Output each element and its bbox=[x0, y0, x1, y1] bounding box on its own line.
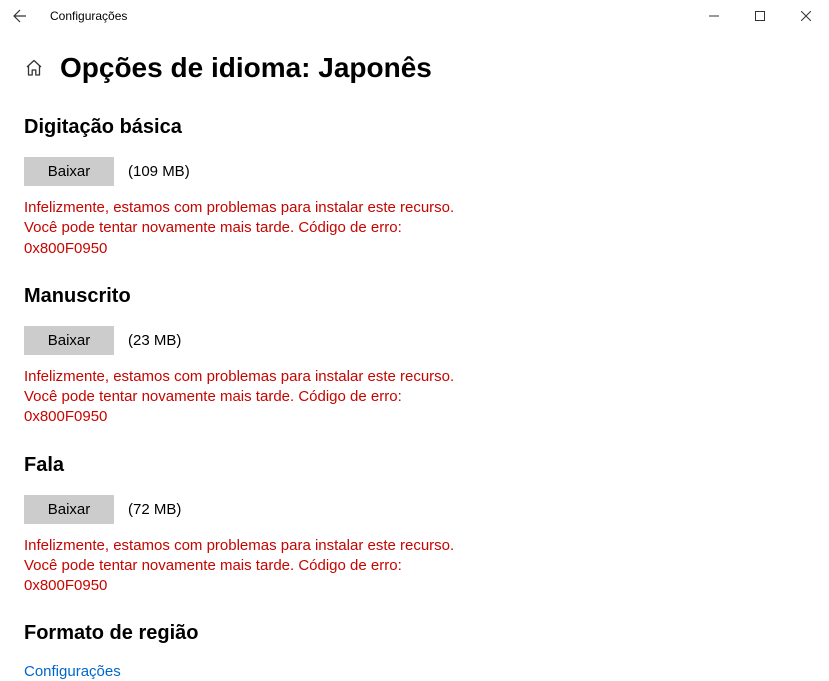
download-row: Baixar (72 MB) bbox=[24, 495, 805, 524]
download-button[interactable]: Baixar bbox=[24, 495, 114, 524]
download-row: Baixar (23 MB) bbox=[24, 326, 805, 355]
minimize-button[interactable] bbox=[691, 0, 737, 32]
download-size: (109 MB) bbox=[128, 163, 190, 180]
download-row: Baixar (109 MB) bbox=[24, 157, 805, 186]
section-basic-typing: Digitação básica Baixar (109 MB) Infeliz… bbox=[24, 116, 805, 259]
page-header: Opções de idioma: Japonês bbox=[24, 52, 805, 84]
page-title: Opções de idioma: Japonês bbox=[60, 52, 432, 84]
section-heading: Fala bbox=[24, 454, 805, 477]
close-icon bbox=[801, 11, 811, 21]
section-heading: Digitação básica bbox=[24, 116, 805, 139]
download-button[interactable]: Baixar bbox=[24, 326, 114, 355]
window-controls bbox=[691, 0, 829, 32]
titlebar-left: Configurações bbox=[8, 4, 127, 28]
error-message: Infelizmente, estamos com problemas para… bbox=[24, 536, 464, 597]
section-heading: Formato de região bbox=[24, 622, 805, 645]
titlebar: Configurações bbox=[0, 0, 829, 32]
content-area: Opções de idioma: Japonês Digitação bási… bbox=[0, 32, 829, 681]
section-handwriting: Manuscrito Baixar (23 MB) Infelizmente, … bbox=[24, 285, 805, 428]
download-button[interactable]: Baixar bbox=[24, 157, 114, 186]
home-icon bbox=[25, 59, 43, 77]
back-button[interactable] bbox=[8, 4, 32, 28]
section-region-format: Formato de região Configurações bbox=[24, 622, 805, 681]
close-button[interactable] bbox=[783, 0, 829, 32]
download-size: (23 MB) bbox=[128, 332, 181, 349]
home-button[interactable] bbox=[24, 58, 44, 78]
maximize-icon bbox=[755, 11, 765, 21]
back-arrow-icon bbox=[12, 8, 28, 24]
minimize-icon bbox=[709, 11, 719, 21]
section-speech: Fala Baixar (72 MB) Infelizmente, estamo… bbox=[24, 454, 805, 597]
maximize-button[interactable] bbox=[737, 0, 783, 32]
error-message: Infelizmente, estamos com problemas para… bbox=[24, 367, 464, 428]
error-message: Infelizmente, estamos com problemas para… bbox=[24, 198, 464, 259]
section-heading: Manuscrito bbox=[24, 285, 805, 308]
window-title: Configurações bbox=[50, 9, 127, 23]
download-size: (72 MB) bbox=[128, 501, 181, 518]
settings-link[interactable]: Configurações bbox=[24, 663, 121, 680]
